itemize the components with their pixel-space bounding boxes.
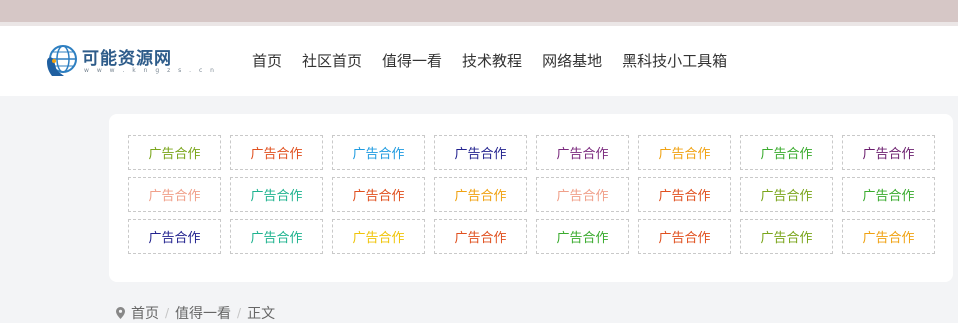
globe-hand-logo-icon	[47, 45, 77, 76]
ad-slot[interactable]: 广告合作	[638, 135, 731, 170]
breadcrumb-home[interactable]: 首页	[131, 303, 159, 323]
nav-item-tutorials[interactable]: 技术教程	[462, 50, 522, 71]
ad-slot[interactable]: 广告合作	[230, 177, 323, 212]
ad-panel: 广告合作 广告合作 广告合作 广告合作 广告合作 广告合作 广告合作 广告合作 广告合作 广告合作…	[109, 114, 953, 282]
breadcrumb-section[interactable]: 值得一看	[175, 303, 231, 323]
breadcrumb-current: 正文	[247, 306, 276, 322]
logo-text: 可能资源网	[82, 49, 172, 69]
site-header: 可能资源网 w w w . k n g z s . c n 首页 社区首页 值得…	[0, 26, 958, 96]
ad-slot[interactable]: 广告合作	[434, 219, 527, 254]
ad-slot[interactable]: 广告合作	[842, 219, 935, 254]
logo-domain-text: w w w . k n g z s . c n	[84, 67, 217, 74]
location-pin-icon	[116, 307, 125, 319]
site-logo[interactable]: 可能资源网 w w w . k n g z s . c n	[44, 42, 214, 82]
ad-slot[interactable]: 广告合作	[536, 219, 629, 254]
ad-slot[interactable]: 广告合作	[842, 177, 935, 212]
ad-slot[interactable]: 广告合作	[536, 135, 629, 170]
ad-slot[interactable]: 广告合作	[638, 177, 731, 212]
ad-slot[interactable]: 广告合作	[128, 219, 221, 254]
breadcrumb-separator: /	[165, 306, 170, 320]
ad-slot[interactable]: 广告合作	[740, 135, 833, 170]
ad-slot[interactable]: 广告合作	[740, 177, 833, 212]
ad-slot[interactable]: 广告合作	[230, 219, 323, 254]
nav-item-network-base[interactable]: 网络基地	[542, 50, 602, 71]
nav-item-worth-seeing[interactable]: 值得一看	[382, 50, 442, 71]
ad-slot[interactable]: 广告合作	[332, 135, 425, 170]
top-banner-strip	[0, 0, 958, 22]
breadcrumb: 首页 / 值得一看 / 正文	[116, 303, 275, 323]
ad-slot[interactable]: 广告合作	[332, 177, 425, 212]
nav-item-home[interactable]: 首页	[252, 50, 282, 71]
ad-slot[interactable]: 广告合作	[128, 135, 221, 170]
main-nav: 首页 社区首页 值得一看 技术教程 网络基地 黑科技小工具箱	[252, 50, 727, 71]
ad-slot[interactable]: 广告合作	[332, 219, 425, 254]
nav-item-tools[interactable]: 黑科技小工具箱	[622, 50, 727, 71]
ad-grid: 广告合作 广告合作 广告合作 广告合作 广告合作 广告合作 广告合作 广告合作 广告合作 广告合作…	[128, 135, 935, 254]
ad-slot[interactable]: 广告合作	[230, 135, 323, 170]
breadcrumb-separator: /	[237, 306, 242, 320]
ad-slot[interactable]: 广告合作	[434, 177, 527, 212]
ad-slot[interactable]: 广告合作	[740, 219, 833, 254]
ad-slot[interactable]: 广告合作	[536, 177, 629, 212]
ad-slot[interactable]: 广告合作	[638, 219, 731, 254]
nav-item-community[interactable]: 社区首页	[302, 50, 362, 71]
ad-slot[interactable]: 广告合作	[842, 135, 935, 170]
ad-slot[interactable]: 广告合作	[434, 135, 527, 170]
ad-slot[interactable]: 广告合作	[128, 177, 221, 212]
